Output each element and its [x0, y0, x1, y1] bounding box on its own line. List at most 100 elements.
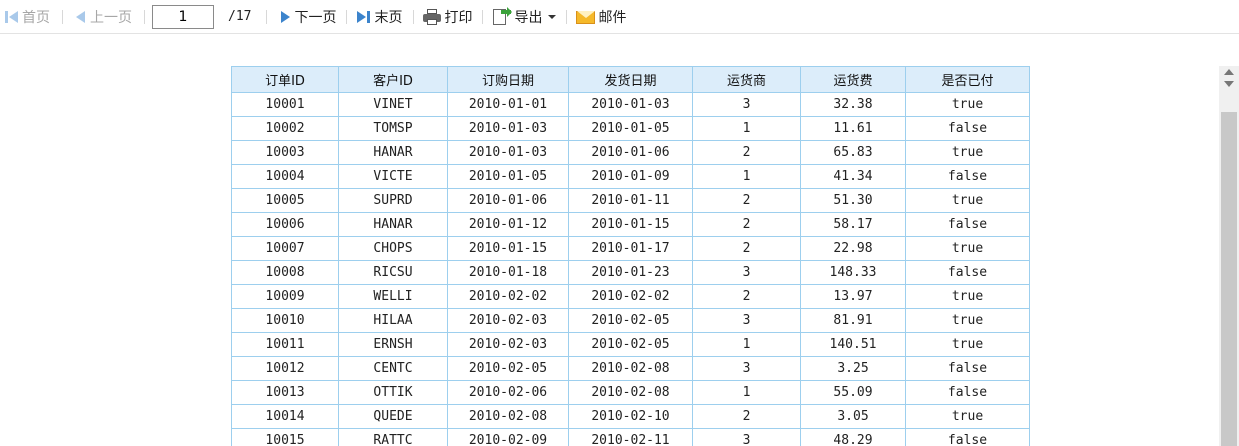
export-icon — [493, 6, 513, 26]
table-row: 10007 CHOPS 2010-01-15 2010-01-17 2 22.98 true — [231, 236, 1030, 261]
next-page-button[interactable]: 下一页 — [279, 0, 336, 34]
table-cell: 2010-02-02 — [447, 284, 569, 309]
table-cell: true — [905, 308, 1030, 333]
table-cell: HANAR — [338, 212, 448, 237]
table-row: 10013 OTTIK 2010-02-06 2010-02-08 1 55.09 fals… — [231, 380, 1030, 405]
table-cell: 2010-02-03 — [447, 308, 569, 333]
table-cell: CENTC — [338, 356, 448, 381]
table-cell: 2010-02-11 — [568, 428, 693, 446]
table-cell: 2010-01-11 — [568, 188, 693, 213]
column-header: 是否已付 — [905, 66, 1030, 93]
table-cell: 2010-01-06 — [447, 188, 569, 213]
table-cell: VICTE — [338, 164, 448, 189]
table-cell: 10001 — [231, 92, 339, 117]
table-cell: VINET — [338, 92, 448, 117]
table-cell: HILAA — [338, 308, 448, 333]
table-cell: 2 — [692, 284, 801, 309]
table-cell: 10015 — [231, 428, 339, 446]
toolbar-separator — [266, 9, 268, 24]
table-cell: true — [905, 332, 1030, 357]
table-cell: 2010-01-05 — [568, 116, 693, 141]
table-cell: false — [905, 164, 1030, 189]
table-cell: false — [905, 260, 1030, 285]
table-cell: 65.83 — [800, 140, 906, 165]
table-cell: 2 — [692, 212, 801, 237]
last-page-button[interactable]: 末页 — [357, 0, 402, 34]
vertical-scrollbar[interactable] — [1219, 66, 1239, 446]
table-cell: 10004 — [231, 164, 339, 189]
table-cell: true — [905, 284, 1030, 309]
table-cell: 2010-02-08 — [568, 356, 693, 381]
mail-button[interactable]: 邮件 — [576, 0, 626, 34]
table-cell: 2 — [692, 140, 801, 165]
table-cell: 58.17 — [800, 212, 906, 237]
next-page-icon — [279, 10, 291, 24]
table-row: 10006 HANAR 2010-01-12 2010-01-15 2 58.17 fals… — [231, 212, 1030, 237]
table-cell: 2010-01-15 — [568, 212, 693, 237]
toolbar-separator — [566, 9, 568, 24]
table-cell: 2 — [692, 188, 801, 213]
column-header: 订单ID — [231, 66, 339, 93]
table-body: 10001 VINET 2010-01-01 2010-01-03 3 32.38 true… — [231, 92, 1030, 446]
toolbar-separator — [482, 9, 484, 24]
table-row: 10012 CENTC 2010-02-05 2010-02-08 3 3.25 false — [231, 356, 1030, 381]
table-cell: 1 — [692, 332, 801, 357]
previous-page-button[interactable]: 上一页 — [75, 0, 132, 34]
print-button[interactable]: 打印 — [423, 0, 472, 34]
table-cell: 10008 — [231, 260, 339, 285]
table-cell: TOMSP — [338, 116, 448, 141]
page-number-input[interactable] — [152, 4, 214, 29]
table-cell: 2010-01-17 — [568, 236, 693, 261]
table-cell: OTTIK — [338, 380, 448, 405]
scroll-up-icon[interactable] — [1224, 69, 1234, 75]
table-cell: 1 — [692, 116, 801, 141]
table-cell: true — [905, 140, 1030, 165]
table-cell: 3 — [692, 356, 801, 381]
table-cell: 2010-01-09 — [568, 164, 693, 189]
scroll-down-icon[interactable] — [1224, 81, 1234, 87]
table-row: 10010 HILAA 2010-02-03 2010-02-05 3 81.91 true — [231, 308, 1030, 333]
table-cell: 148.33 — [800, 260, 906, 285]
table-cell: 1 — [692, 380, 801, 405]
table-cell: 51.30 — [800, 188, 906, 213]
table-header-row: 订单ID 客户ID 订购日期 发货日期 运货商 运货费 是否已付 — [231, 66, 1030, 93]
table-cell: 2010-01-01 — [447, 92, 569, 117]
table-cell: 2010-01-15 — [447, 236, 569, 261]
table-cell: true — [905, 92, 1030, 117]
table-cell: false — [905, 212, 1030, 237]
scrollbar-thumb[interactable] — [1221, 112, 1237, 446]
table-row: 10004 VICTE 2010-01-05 2010-01-09 1 41.34 fals… — [231, 164, 1030, 189]
table-cell: false — [905, 116, 1030, 141]
toolbar-separator — [62, 9, 63, 24]
column-header: 运货商 — [692, 66, 801, 93]
table-cell: 2010-02-02 — [568, 284, 693, 309]
toolbar-separator — [346, 9, 348, 24]
table-cell: 10006 — [231, 212, 339, 237]
table-cell: true — [905, 188, 1030, 213]
table-cell: QUEDE — [338, 404, 448, 429]
table-cell: 2010-01-06 — [568, 140, 693, 165]
table-cell: 3 — [692, 92, 801, 117]
print-label: 打印 — [444, 9, 473, 26]
table-row: 10015 RATTC 2010-02-09 2010-02-11 3 48.29 fals… — [231, 428, 1030, 446]
table-cell: RICSU — [338, 260, 448, 285]
table-cell: RATTC — [338, 428, 448, 446]
table-cell: true — [905, 404, 1030, 429]
table-cell: 2010-02-09 — [447, 428, 569, 446]
table-cell: 2010-01-05 — [447, 164, 569, 189]
first-page-button[interactable]: 首页 — [5, 0, 50, 34]
table-cell: 2010-02-05 — [568, 332, 693, 357]
table-cell: 2010-02-08 — [447, 404, 569, 429]
table-row: 10009 WELLI 2010-02-02 2010-02-02 2 13.97 true — [231, 284, 1030, 309]
table-row: 10002 TOMSP 2010-01-03 2010-01-05 1 11.61 fals… — [231, 116, 1030, 141]
table-cell: 140.51 — [800, 332, 906, 357]
previous-page-icon — [75, 10, 87, 24]
table-cell: 10010 — [231, 308, 339, 333]
table-cell: 81.91 — [800, 308, 906, 333]
table-cell: 2010-02-05 — [447, 356, 569, 381]
export-button[interactable]: 导出 — [493, 0, 557, 34]
export-label: 导出 — [514, 9, 543, 26]
column-header: 客户ID — [338, 66, 448, 93]
mail-label: 邮件 — [598, 9, 627, 26]
table-cell: 10014 — [231, 404, 339, 429]
